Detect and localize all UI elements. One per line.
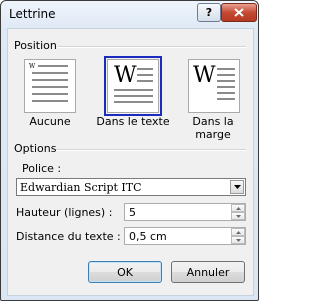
cancel-button[interactable]: Annuler (171, 261, 245, 283)
lettrine-dialog: Lettrine ? Position W Aucune W Dans le t… (0, 0, 259, 301)
text-line (217, 68, 235, 70)
hauteur-spinner[interactable]: 5 (124, 203, 246, 221)
text-line (114, 101, 153, 103)
distance-value: 0,5 cm (129, 230, 167, 243)
police-combobox[interactable]: Edwardian Script ITC (16, 178, 246, 196)
hauteur-label: Hauteur (lignes) : (16, 206, 113, 219)
chevron-down-icon (235, 214, 241, 218)
text-line (217, 74, 235, 76)
position-separator (58, 46, 246, 48)
dialog-body: Position W Aucune W Dans le texte W Dans… (7, 28, 254, 296)
close-button[interactable] (221, 3, 257, 22)
position-in-text-option[interactable]: W (104, 56, 162, 116)
close-icon (234, 8, 244, 17)
police-label: Police : (22, 162, 62, 175)
position-in-margin-option[interactable]: W (188, 59, 240, 113)
police-value: Edwardian Script ITC (20, 181, 142, 194)
cancel-button-label: Annuler (186, 265, 230, 279)
distance-decrement-button[interactable] (231, 236, 245, 244)
position-in-margin-label: Dans la marge (192, 115, 234, 141)
distance-spinner[interactable]: 0,5 cm (124, 227, 246, 245)
text-line (217, 98, 235, 100)
police-dropdown-button[interactable] (230, 180, 244, 194)
position-in-text-label: Dans le texte (96, 115, 170, 128)
hauteur-decrement-button[interactable] (231, 212, 245, 220)
hauteur-increment-button[interactable] (231, 204, 245, 212)
text-line (217, 86, 235, 88)
chevron-down-icon (233, 185, 241, 189)
dropcap-w-glyph: W (193, 63, 216, 88)
title-bar: Lettrine ? (1, 1, 258, 27)
text-line (114, 89, 153, 91)
chevron-up-icon (235, 230, 241, 234)
text-line (137, 68, 153, 70)
options-section-label: Options (14, 142, 57, 155)
hauteur-spin-buttons (231, 204, 245, 220)
text-line (32, 79, 68, 81)
text-line (32, 72, 68, 74)
small-w-glyph: W (29, 63, 36, 70)
options-separator (56, 149, 246, 151)
distance-label: Distance du texte : (16, 230, 121, 243)
text-line (217, 80, 235, 82)
ok-button[interactable]: OK (88, 261, 162, 283)
hauteur-value: 5 (129, 206, 136, 219)
position-none-label: Aucune (29, 115, 71, 128)
text-line (137, 74, 153, 76)
position-section-label: Position (14, 39, 57, 52)
text-line (32, 86, 68, 88)
help-button[interactable]: ? (197, 3, 221, 22)
chevron-up-icon (235, 206, 241, 210)
text-line (114, 95, 153, 97)
text-line (38, 65, 68, 67)
text-line (32, 100, 68, 102)
help-icon: ? (205, 6, 213, 19)
text-line (217, 92, 235, 94)
position-none-option[interactable]: W (24, 59, 76, 113)
text-line (137, 80, 153, 82)
text-line (32, 93, 68, 95)
distance-spin-buttons (231, 228, 245, 244)
dialog-title: Lettrine (9, 7, 56, 21)
chevron-down-icon (235, 238, 241, 242)
ok-button-label: OK (117, 265, 133, 279)
dropcap-w-glyph: W (114, 63, 137, 88)
distance-increment-button[interactable] (231, 228, 245, 236)
